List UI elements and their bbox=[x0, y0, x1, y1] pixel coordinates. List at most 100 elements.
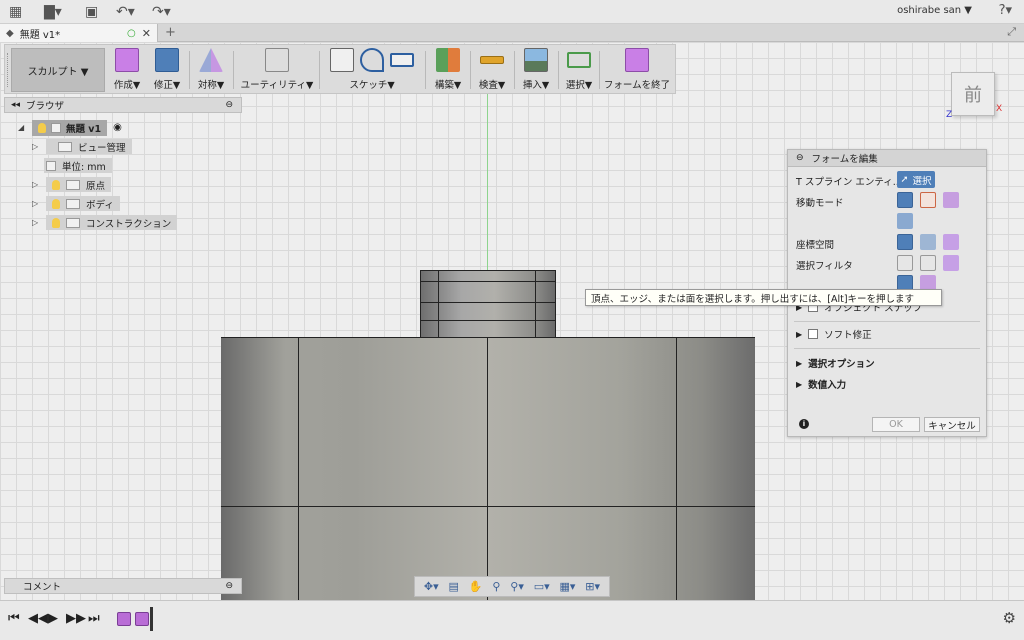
workspace-switcher[interactable]: スカルプト ▼ bbox=[11, 48, 105, 92]
view-space-icon[interactable] bbox=[920, 234, 936, 250]
step-forward-icon[interactable]: ▶▶ bbox=[66, 611, 86, 626]
create-menu[interactable]: 作成▼ bbox=[109, 47, 145, 93]
orbit-icon[interactable]: ✥▾ bbox=[424, 580, 439, 593]
tspline-body-main[interactable] bbox=[221, 337, 755, 600]
construct-menu[interactable]: 構築▼ bbox=[429, 47, 467, 93]
file-menu-icon[interactable]: ▇▾ bbox=[44, 3, 62, 21]
collapse-panel-icon[interactable]: ◂◂ bbox=[11, 100, 20, 110]
numeric-input-section[interactable]: ▶ 数値入力 bbox=[796, 377, 846, 392]
symmetry-menu[interactable]: 対称▼ bbox=[193, 47, 229, 93]
go-to-end-icon[interactable]: ⏭ bbox=[88, 611, 100, 626]
world-space-icon[interactable] bbox=[897, 234, 913, 250]
expand-arrow-icon[interactable]: ▷ bbox=[32, 142, 40, 151]
step-back-icon[interactable]: ◀◀ bbox=[28, 611, 48, 626]
comment-panel-header[interactable]: コメント ⊖ bbox=[4, 578, 242, 594]
soft-modify-checkbox[interactable] bbox=[808, 329, 819, 339]
look-at-icon[interactable]: ▤ bbox=[449, 580, 459, 593]
app-grid-icon[interactable]: ▦ bbox=[9, 3, 22, 21]
tspline-body-top[interactable] bbox=[420, 270, 556, 338]
multi-move-icon[interactable] bbox=[897, 192, 913, 208]
scale-icon[interactable] bbox=[897, 213, 913, 229]
panel-options-icon[interactable]: ⊖ bbox=[225, 581, 241, 591]
grid-settings-icon[interactable]: ▦▾ bbox=[560, 580, 576, 593]
view-cube-face: 前 bbox=[964, 85, 982, 106]
tree-item-origin[interactable]: ▷ 原点 bbox=[30, 177, 117, 192]
rectangle-icon bbox=[390, 53, 414, 67]
selection-options-section[interactable]: ▶ 選択オプション bbox=[796, 356, 875, 371]
expand-arrow-icon[interactable]: ▷ bbox=[32, 180, 40, 189]
select-entity-button[interactable]: ➚ 選択 bbox=[897, 171, 935, 188]
tspline-entity-label: T スプライン エンティ... bbox=[796, 177, 902, 188]
select-menu[interactable]: 選択▼ bbox=[561, 47, 597, 93]
close-tab-icon[interactable]: ✕ bbox=[142, 27, 157, 40]
browser-panel-header[interactable]: ◂◂ ブラウザ ⊖ bbox=[4, 97, 242, 113]
go-to-start-icon[interactable]: ⏮ bbox=[8, 611, 20, 626]
timeline-marker[interactable] bbox=[150, 607, 153, 631]
redo-icon[interactable]: ↷▾ bbox=[152, 3, 171, 21]
sketch-menu[interactable]: スケッチ▼ bbox=[323, 47, 421, 93]
tree-item-units[interactable]: 単位: mm bbox=[44, 158, 112, 173]
visibility-bulb-icon[interactable] bbox=[52, 198, 60, 209]
browser-root-row[interactable]: ◢ 無題 v1 ◉ bbox=[16, 119, 128, 136]
image-icon bbox=[524, 48, 548, 72]
vertex-filter-icon[interactable] bbox=[897, 255, 913, 271]
tree-node: コンストラクション bbox=[46, 215, 178, 230]
expand-icon[interactable]: ⤢ bbox=[1007, 25, 1016, 39]
collapse-arrow-icon[interactable]: ◢ bbox=[18, 123, 26, 132]
zoom-icon[interactable]: ⚲ bbox=[492, 580, 500, 593]
edit-form-header[interactable]: ⊖ フォームを編集 bbox=[788, 150, 986, 167]
insert-menu[interactable]: 挿入▼ bbox=[517, 47, 555, 93]
play-icon[interactable]: ▶ bbox=[48, 611, 58, 626]
x-axis-label: X bbox=[996, 104, 1003, 114]
zoom-window-icon[interactable]: ⚲▾ bbox=[510, 580, 524, 593]
local-space-icon[interactable] bbox=[943, 234, 959, 250]
translate-icon[interactable] bbox=[920, 192, 936, 208]
modify-menu[interactable]: 修正▼ bbox=[149, 47, 185, 93]
ribbon-toolbar: スカルプト ▼ 作成▼ 修正▼ 対称▼ ユーティリティ▼ スケッチ▼ 構築▼ 検… bbox=[4, 44, 676, 94]
visibility-bulb-icon[interactable] bbox=[52, 179, 60, 190]
cancel-button[interactable]: キャンセル bbox=[924, 417, 980, 432]
viewports-icon[interactable]: ⊞▾ bbox=[585, 580, 600, 593]
expand-arrow-icon[interactable]: ▷ bbox=[32, 199, 40, 208]
gear-icon[interactable]: ⚙ bbox=[1003, 609, 1016, 627]
help-icon[interactable]: ?▾ bbox=[999, 3, 1012, 18]
add-tab-icon[interactable]: + bbox=[165, 25, 176, 40]
edit-form-title: フォームを編集 bbox=[811, 154, 878, 165]
tree-item-view-management[interactable]: ▷ ビュー管理 bbox=[30, 139, 138, 154]
folder-icon bbox=[66, 217, 80, 228]
tree-item-construction[interactable]: ▷ コンストラクション bbox=[30, 215, 183, 230]
expand-arrow-icon[interactable]: ▷ bbox=[32, 218, 40, 227]
panel-collapse-icon[interactable]: ⊖ bbox=[796, 153, 804, 163]
soft-modify-section[interactable]: ▶ ソフト修正 bbox=[796, 327, 872, 341]
toolbar-grip[interactable] bbox=[7, 53, 10, 87]
timeline-feature-form[interactable] bbox=[117, 612, 131, 626]
rotate-icon[interactable] bbox=[943, 192, 959, 208]
panel-options-icon[interactable]: ⊖ bbox=[225, 100, 241, 110]
utility-menu[interactable]: ユーティリティ▼ bbox=[237, 47, 317, 93]
expand-arrow-icon: ▶ bbox=[796, 379, 803, 389]
timeline-feature-form[interactable] bbox=[135, 612, 149, 626]
ok-button[interactable]: OK bbox=[872, 417, 920, 432]
root-node[interactable]: 無題 v1 bbox=[32, 119, 108, 136]
finish-form-button[interactable]: フォームを終了 bbox=[602, 47, 672, 93]
tree-item-label: 単位: mm bbox=[62, 161, 106, 173]
tree-item-label: ビュー管理 bbox=[78, 142, 126, 154]
info-icon[interactable]: i bbox=[799, 419, 809, 429]
activate-radio-icon[interactable]: ◉ bbox=[113, 122, 122, 133]
document-tab[interactable]: ◆ 無題 v1* ○ ✕ bbox=[0, 24, 158, 42]
tree-item-bodies[interactable]: ▷ ボディ bbox=[30, 196, 126, 211]
inspect-menu[interactable]: 検査▼ bbox=[473, 47, 511, 93]
undo-icon[interactable]: ↶▾ bbox=[116, 3, 135, 21]
edge-filter-icon[interactable] bbox=[920, 255, 936, 271]
toolbar-divider bbox=[425, 51, 426, 89]
view-cube[interactable]: 前 bbox=[951, 72, 995, 116]
display-settings-icon[interactable]: ▭▾ bbox=[534, 580, 550, 593]
visibility-bulb-icon[interactable] bbox=[52, 217, 60, 228]
user-menu[interactable]: oshirabe san ▼ bbox=[897, 5, 972, 16]
timeline: ⏮ ◀◀ ▶ ▶▶ ⏭ ⚙ bbox=[0, 600, 1024, 640]
visibility-bulb-icon[interactable] bbox=[38, 122, 46, 133]
pan-icon[interactable]: ✋ bbox=[469, 580, 483, 593]
save-icon[interactable]: ▣ bbox=[85, 3, 98, 21]
panel-divider bbox=[794, 321, 980, 322]
face-filter-icon[interactable] bbox=[943, 255, 959, 271]
